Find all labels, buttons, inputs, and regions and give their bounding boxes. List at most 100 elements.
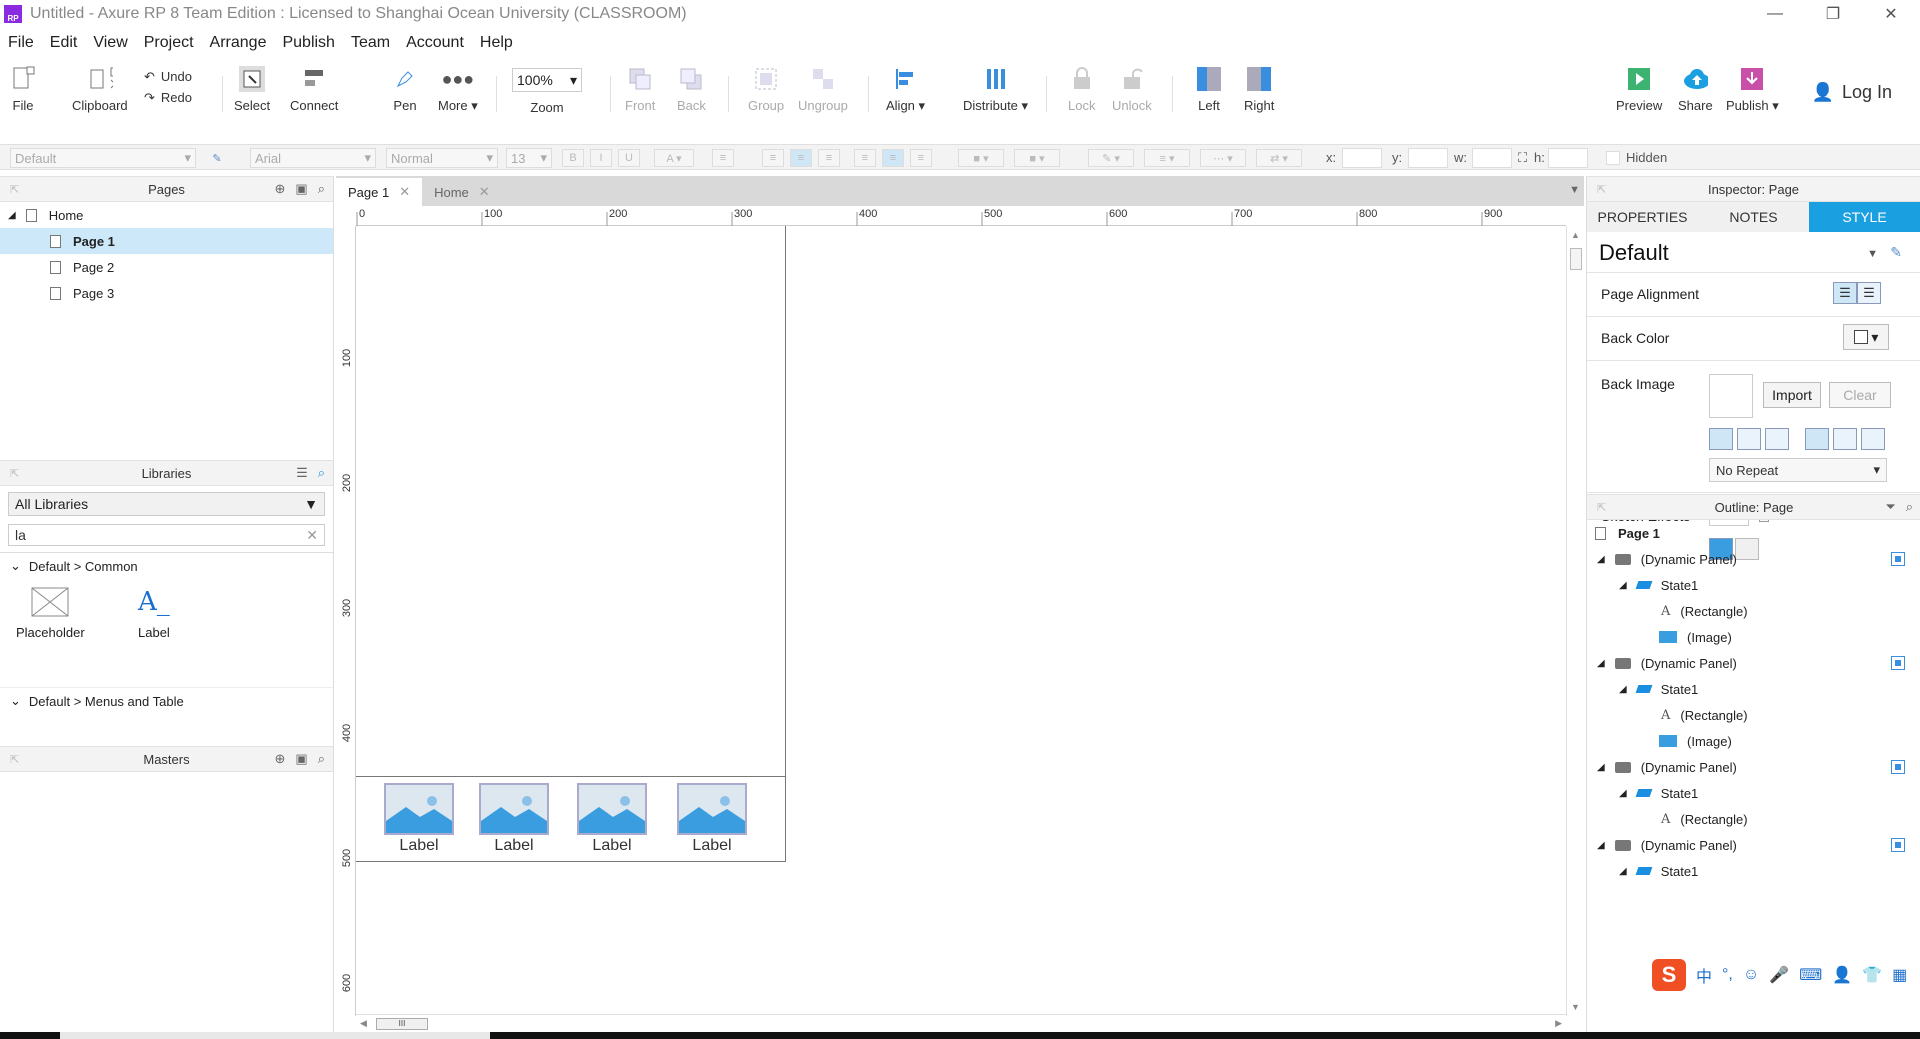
collapse-icon[interactable]: ⇱ bbox=[10, 183, 19, 196]
minimize-button[interactable]: — bbox=[1746, 0, 1804, 28]
outline-dynamic-panel[interactable]: ◢ (Dynamic Panel) bbox=[1587, 650, 1920, 676]
menu-help[interactable]: Help bbox=[472, 34, 521, 52]
menu-publish[interactable]: Publish bbox=[274, 34, 342, 52]
x-input[interactable] bbox=[1342, 148, 1382, 168]
restore-button[interactable]: ❐ bbox=[1804, 0, 1862, 28]
visibility-flag-icon[interactable] bbox=[1891, 552, 1905, 566]
expand-icon[interactable]: ◢ bbox=[8, 210, 16, 221]
file-button[interactable]: File bbox=[10, 66, 36, 113]
line-color-button[interactable]: ✎ ▾ bbox=[1088, 149, 1134, 167]
zoom-select[interactable]: 100% ▾ bbox=[512, 68, 582, 92]
microphone-icon[interactable]: 🎤 bbox=[1769, 965, 1789, 985]
menu-project[interactable]: Project bbox=[136, 34, 202, 52]
align-left-button[interactable]: ☰ bbox=[1833, 282, 1857, 304]
zoom-control[interactable]: 100% ▾ Zoom bbox=[512, 66, 582, 115]
outline-rectangle[interactable]: A (Rectangle) bbox=[1587, 806, 1920, 832]
user-icon[interactable]: 👤 bbox=[1832, 965, 1852, 985]
page-item-home[interactable]: ◢ Home bbox=[0, 202, 333, 228]
valign-middle-button[interactable]: ≡ bbox=[882, 149, 904, 167]
library-group-common[interactable]: ⌄ Default > Common bbox=[0, 553, 333, 579]
expand-icon[interactable]: ◢ bbox=[1597, 554, 1605, 565]
page-style-name[interactable]: Default bbox=[1599, 240, 1669, 266]
tab-list-icon[interactable]: ▼ bbox=[1569, 184, 1580, 196]
grid-icon[interactable]: ▦ bbox=[1892, 965, 1907, 985]
tab-notes[interactable]: NOTES bbox=[1698, 202, 1809, 232]
fill-color-button[interactable]: ■ ▾ bbox=[958, 149, 1004, 167]
pen-button[interactable]: Pen bbox=[392, 66, 418, 113]
vertical-scrollbar[interactable]: ▲ ▼ bbox=[1566, 226, 1584, 1016]
menu-view[interactable]: View bbox=[85, 34, 135, 52]
left-panel-toggle[interactable]: Left bbox=[1196, 66, 1222, 113]
search-icon[interactable]: ⌕ bbox=[318, 751, 325, 767]
clear-button[interactable]: Clear bbox=[1829, 382, 1891, 408]
search-icon[interactable]: ⌕ bbox=[318, 181, 325, 197]
y-input[interactable] bbox=[1408, 148, 1448, 168]
menu-account[interactable]: Account bbox=[398, 34, 472, 52]
select-button[interactable]: Select bbox=[234, 66, 270, 113]
expand-icon[interactable]: ◢ bbox=[1619, 684, 1627, 695]
visibility-flag-icon[interactable] bbox=[1891, 838, 1905, 852]
scroll-thumb[interactable] bbox=[1570, 248, 1582, 270]
image-widget[interactable]: Label bbox=[479, 783, 549, 855]
image-widget[interactable]: Label bbox=[677, 783, 747, 855]
library-select[interactable]: All Libraries ▼ bbox=[8, 492, 325, 516]
punctuation-icon[interactable]: °, bbox=[1722, 966, 1733, 984]
outline-page[interactable]: Page 1 bbox=[1587, 520, 1920, 546]
underline-button[interactable]: U bbox=[618, 149, 640, 167]
outline-dynamic-panel[interactable]: ◢ (Dynamic Panel) bbox=[1587, 832, 1920, 858]
ungroup-button[interactable]: Ungroup bbox=[798, 66, 848, 113]
scroll-up-icon[interactable]: ▲ bbox=[1571, 230, 1580, 240]
image-widget[interactable]: Label bbox=[577, 783, 647, 855]
search-icon[interactable]: ⌕ bbox=[1906, 499, 1913, 515]
share-button[interactable]: Share bbox=[1678, 66, 1713, 113]
chevron-down-icon[interactable]: ▼ bbox=[1867, 248, 1878, 260]
publish-button[interactable]: Publish ▾ bbox=[1726, 66, 1779, 114]
image-valign-top-icon[interactable] bbox=[1805, 428, 1829, 450]
unlock-button[interactable]: Unlock bbox=[1112, 66, 1152, 113]
clipboard-button[interactable]: Clipboard bbox=[72, 66, 128, 113]
menu-icon[interactable]: ☰ bbox=[296, 465, 308, 481]
menu-edit[interactable]: Edit bbox=[42, 34, 86, 52]
placeholder-widget[interactable]: Placeholder bbox=[16, 587, 85, 640]
align-button[interactable]: Align ▾ bbox=[886, 66, 925, 114]
font-select[interactable]: Arial ▾ bbox=[250, 148, 376, 168]
arrow-style-button[interactable]: ⇄ ▾ bbox=[1256, 149, 1302, 167]
image-widget[interactable]: Label bbox=[384, 783, 454, 855]
lock-ratio-icon[interactable]: ⛶ bbox=[1518, 150, 1527, 166]
image-valign-middle-icon[interactable] bbox=[1833, 428, 1857, 450]
collapse-icon[interactable]: ⇱ bbox=[10, 753, 19, 766]
expand-icon[interactable]: ◢ bbox=[1597, 658, 1605, 669]
expand-icon[interactable]: ◢ bbox=[1597, 762, 1605, 773]
page-item-page2[interactable]: Page 2 bbox=[0, 254, 333, 280]
line-width-button[interactable]: ≡ ▾ bbox=[1144, 149, 1190, 167]
emoji-icon[interactable]: ☺ bbox=[1743, 966, 1759, 984]
visibility-flag-icon[interactable] bbox=[1891, 760, 1905, 774]
valign-top-button[interactable]: ≡ bbox=[854, 149, 876, 167]
login-button[interactable]: 👤 Log In bbox=[1812, 82, 1892, 103]
close-button[interactable]: ✕ bbox=[1862, 0, 1920, 28]
tab-style[interactable]: STYLE bbox=[1809, 202, 1920, 232]
visibility-flag-icon[interactable] bbox=[1891, 656, 1905, 670]
distribute-button[interactable]: Distribute ▾ bbox=[963, 66, 1028, 114]
filter-icon[interactable]: ⏷ bbox=[1885, 499, 1895, 515]
outline-rectangle[interactable]: A (Rectangle) bbox=[1587, 598, 1920, 624]
outline-state[interactable]: ◢ State1 bbox=[1587, 676, 1920, 702]
import-button[interactable]: Import bbox=[1763, 382, 1821, 408]
image-align-left-icon[interactable] bbox=[1709, 428, 1733, 450]
right-panel-toggle[interactable]: Right bbox=[1244, 66, 1274, 113]
label-widget[interactable]: A_ Label bbox=[138, 587, 170, 640]
collapse-icon[interactable]: ⇱ bbox=[1597, 183, 1606, 196]
scroll-down-icon[interactable]: ▼ bbox=[1571, 1002, 1580, 1012]
back-image-preview[interactable] bbox=[1709, 374, 1753, 418]
sogou-logo-icon[interactable]: S bbox=[1652, 959, 1686, 991]
italic-button[interactable]: I bbox=[590, 149, 612, 167]
hidden-checkbox[interactable] bbox=[1606, 151, 1620, 165]
tab-properties[interactable]: PROPERTIES bbox=[1587, 202, 1698, 232]
image-align-right-icon[interactable] bbox=[1765, 428, 1789, 450]
valign-bottom-button[interactable]: ≡ bbox=[910, 149, 932, 167]
outline-rectangle[interactable]: A (Rectangle) bbox=[1587, 702, 1920, 728]
close-tab-icon[interactable]: ✕ bbox=[479, 184, 490, 200]
close-tab-icon[interactable]: ✕ bbox=[399, 184, 410, 200]
outline-dynamic-panel[interactable]: ◢ (Dynamic Panel) bbox=[1587, 546, 1920, 572]
style-editor-icon[interactable]: ✎ bbox=[1890, 244, 1902, 261]
